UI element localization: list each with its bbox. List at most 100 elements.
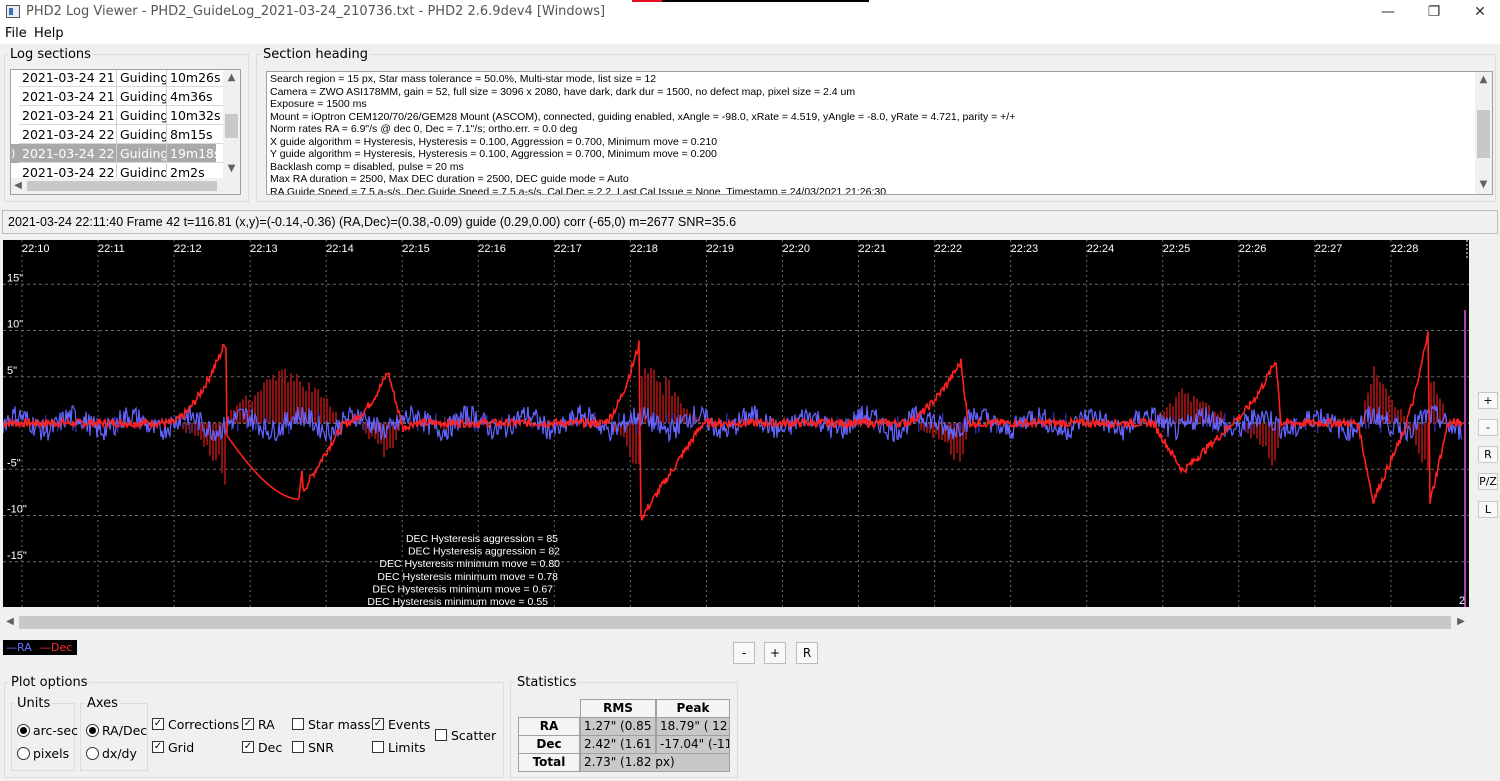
log-section-row[interactable]: 2021-03-24 22:01Guiding8m15s [11,125,224,144]
dec-correction-bar [668,379,670,423]
plot-hscroll-thumb[interactable] [19,616,1451,629]
corrections-checkbox[interactable]: ✓ [152,718,164,730]
plot-zoom-out-button[interactable]: - [1478,419,1498,436]
heading-line: Camera = ZWO ASI178MM, gain = 52, full s… [270,85,856,98]
ra-correction-bar [1434,423,1436,432]
title-accent [632,0,869,2]
snr-checkbox[interactable] [292,741,304,753]
plot-reset-button[interactable]: R [1478,446,1498,463]
stats-row-total-label: Total [518,753,580,772]
heading-vscroll-thumb[interactable] [1477,110,1490,158]
dec-correction-bar [674,392,676,423]
dec-correction-bar [281,369,283,423]
event-annotation: DEC Hysteresis minimum move = 0.78 [377,571,558,583]
axes-radec-radio[interactable] [86,724,99,737]
hzoom-reset-button[interactable]: R [796,642,818,664]
log-sections-list[interactable]: 2021-03-24 21:3 Guiding 10m26s 2021-03-24 2… [10,69,241,195]
close-button[interactable]: ✕ [1457,0,1500,24]
scatter-checkbox[interactable] [435,729,447,741]
ra-correction-bar [1206,423,1208,427]
log-section-row[interactable]: 2021-03-24 21:50Guiding10m32s [11,106,224,125]
minimize-button[interactable]: — [1365,0,1411,24]
dec-correction-bar [329,406,331,423]
menu-bar: File Help [0,24,1500,44]
dec-correction-bar [632,423,634,464]
section-heading-text[interactable]: Search region = 15 px, Star mass toleran… [266,71,1493,195]
time-tick-label: 22:17 [554,243,582,255]
y-tick-label: 10" [7,319,23,331]
stats-dec-rms: 2.42" (1.61 px [580,735,656,754]
dec-correction-bar [1421,423,1423,463]
units-arcsec-radio[interactable] [17,724,30,737]
ra-correction-bar [1089,419,1091,423]
heading-line: Exposure = 1500 ms [270,98,367,110]
star-mass-checkbox[interactable] [292,718,304,730]
ra-correction-bar [942,413,944,423]
scroll-up-icon[interactable]: ▲ [223,72,240,83]
limits-checkbox[interactable] [372,741,384,753]
hzoom-in-button[interactable]: + [764,642,786,664]
ra-correction-bar [726,413,728,423]
scroll-down-icon[interactable]: ▼ [1475,179,1492,190]
menu-help[interactable]: Help [34,26,64,41]
ra-correction-bar [654,412,656,423]
scroll-down-icon[interactable]: ▼ [223,163,240,174]
restore-button[interactable]: ❐ [1411,0,1457,24]
log-list-hscroll-thumb[interactable] [27,181,217,191]
plot-limits-button[interactable]: L [1478,501,1498,518]
section-heading-label: Section heading [261,47,370,62]
title-accent-red [632,0,662,2]
dec-correction-bar [320,397,322,423]
menu-file[interactable]: File [5,26,27,41]
dec-correction-bar [200,423,202,440]
dec-correction-bar [260,390,262,423]
dec-checkbox[interactable]: ✓ [242,741,254,753]
dec-correction-bar [1262,423,1264,447]
heading-line: Backlash comp = disabled, pulse = 20 ms [270,160,464,173]
y-tick-label: 15" [7,272,23,284]
ra-correction-bar [1065,413,1067,423]
dec-correction-bar [257,391,259,423]
dec-correction-bar [1400,408,1402,423]
axes-dxdy-radio[interactable] [86,747,99,760]
log-list-vscroll-thumb[interactable] [225,114,238,138]
ra-correction-bar [897,415,899,423]
statistics-label: Statistics [515,675,579,690]
ra-correction-bar [960,423,962,431]
log-list-hscroll[interactable]: ◀ [11,178,240,194]
ra-correction-bar [1368,423,1370,429]
frame-info-bar: 2021-03-24 22:11:40 Frame 42 t=116.81 (x… [2,210,1498,234]
dec-correction-bar [650,367,652,423]
dec-correction-bar [266,379,268,423]
dec-correction-bar [365,423,367,434]
app-icon [6,5,20,18]
hzoom-out-button[interactable]: - [733,642,755,664]
log-section-time: 2021-03-24 22:01 [19,125,117,144]
log-section-row[interactable]: 2021-03-24 21:3 Guiding 10m26s [11,70,224,87]
corner-label: 2 [1459,595,1465,607]
log-section-row[interactable]: 2021-03-24 21:42Guiding4m36s [11,87,224,106]
time-tick-label: 22:22 [935,243,963,255]
scroll-left-icon[interactable]: ◀ [5,616,15,627]
scroll-right-icon[interactable]: ▶ [1456,616,1466,627]
scroll-up-icon[interactable]: ▲ [1475,74,1492,85]
scroll-left-icon[interactable]: ◀ [13,180,23,191]
scatter-label: Scatter [451,728,497,743]
ra-checkbox[interactable]: ✓ [242,718,254,730]
log-section-duration: 19m18s [167,144,224,163]
heading-vscroll[interactable]: ▲ ▼ [1475,72,1492,194]
plot-pan-zoom-button[interactable]: P/Z [1478,473,1498,490]
events-checkbox[interactable]: ✓ [372,718,384,730]
units-pixels-radio[interactable] [17,747,30,760]
log-list-vscroll[interactable]: ▲ ▼ [223,70,240,178]
grid-checkbox[interactable]: ✓ [152,741,164,753]
dec-correction-bar [191,423,193,433]
guide-plot[interactable]: 22:10 22:11 22:12 22:13 22:14 22:15 22:16 22:17… [3,240,1469,607]
plot-zoom-in-button[interactable]: + [1478,392,1498,409]
stats-dec-peak: -17.04" (-11.36 [656,735,730,754]
dec-correction-bar [1277,423,1279,448]
dec-correction-bar [1178,391,1180,423]
log-section-duration: 8m15s [167,125,224,144]
log-section-row[interactable]: )2021-03-24 22:09Guiding19m18s [11,144,224,163]
plot-hscroll[interactable]: ◀ ▶ [3,614,1469,631]
